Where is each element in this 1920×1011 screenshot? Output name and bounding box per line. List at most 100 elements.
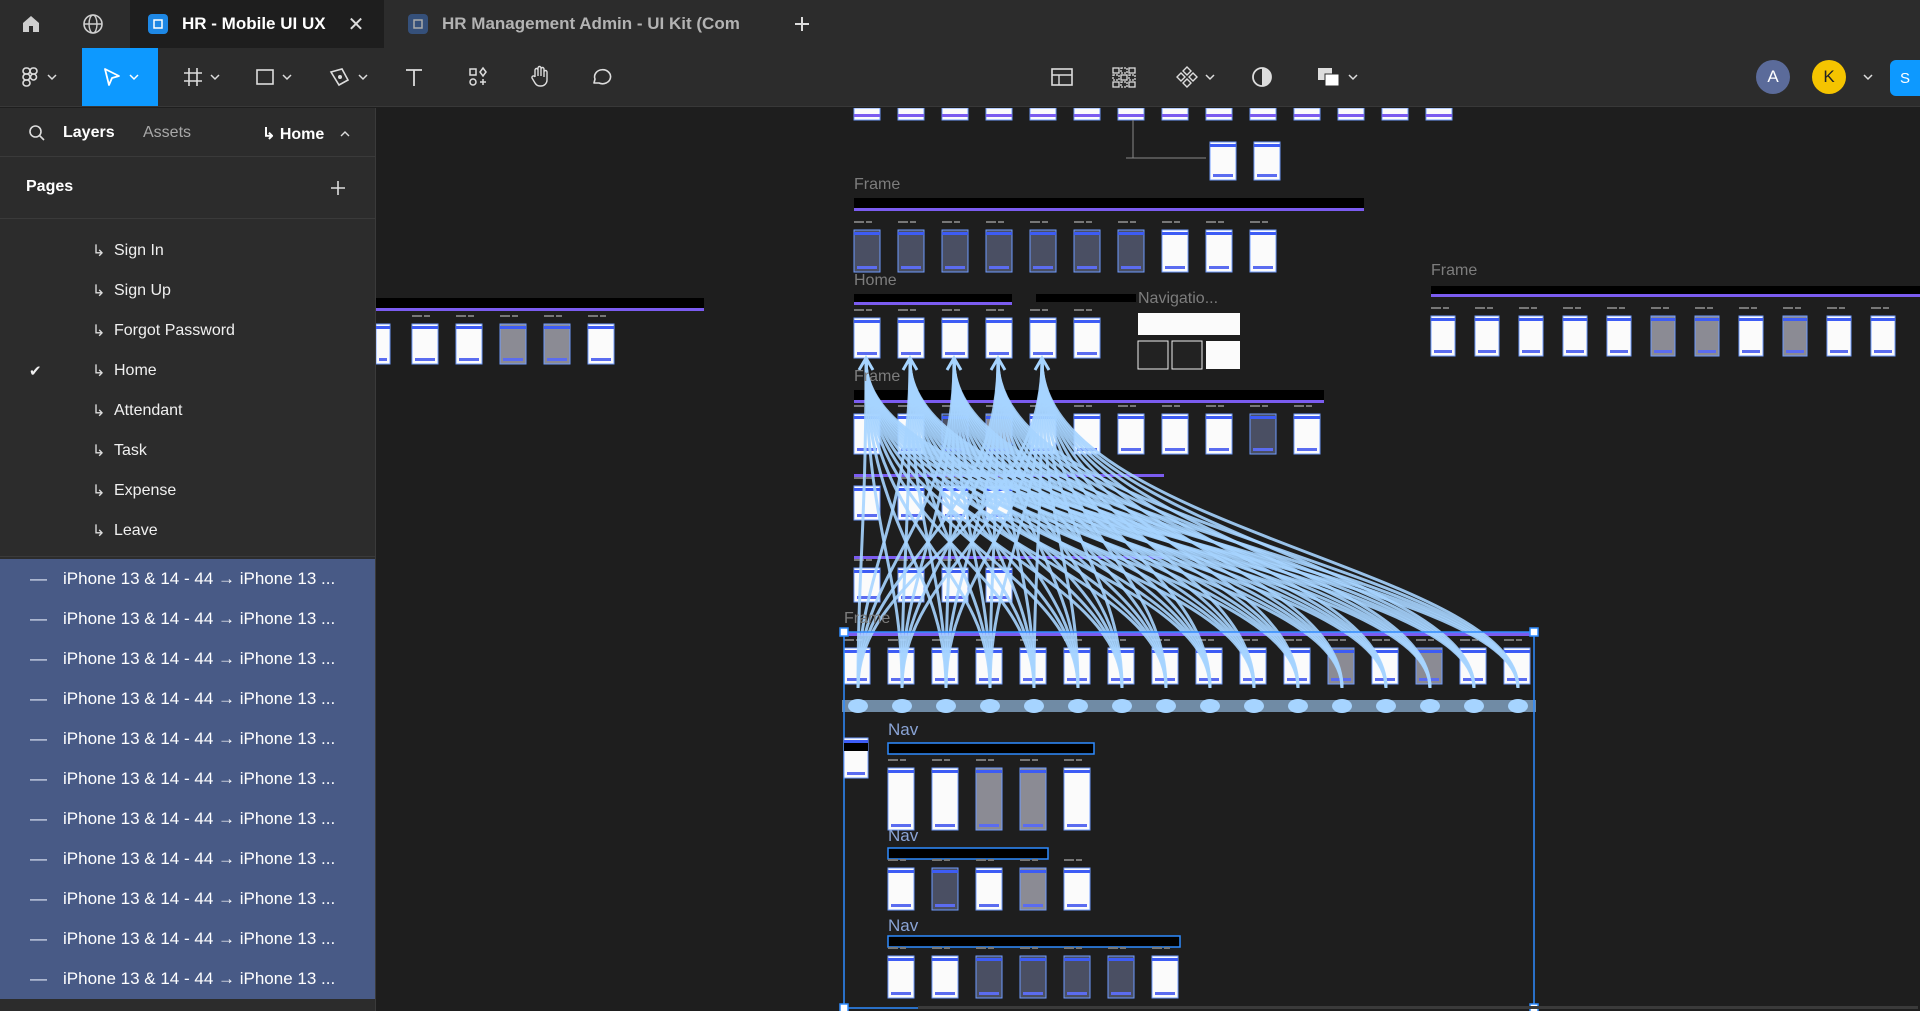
contrast-button[interactable] xyxy=(1240,48,1284,106)
page-item-attendant[interactable]: ↳ Attendant xyxy=(0,391,375,431)
frame-title-bar xyxy=(887,847,1049,860)
frame-tool-button[interactable] xyxy=(172,48,230,106)
page-item-home[interactable]: ✔ ↳ Home xyxy=(0,351,375,391)
tab-hr-mobile[interactable]: HR - Mobile UI UX ✕ xyxy=(130,0,384,48)
pen-tool-button[interactable] xyxy=(318,48,378,106)
move-tool-button[interactable] xyxy=(82,48,158,106)
component-button[interactable] xyxy=(1164,48,1226,106)
frame-dots xyxy=(976,947,986,949)
layer-row[interactable]: — iPhone 13 & 14 - 44 → iPhone 13 ... xyxy=(0,559,375,599)
screen-thumbnail xyxy=(1029,229,1057,273)
frame-dots xyxy=(854,221,864,223)
page-item-sign-in[interactable]: ↳ Sign In xyxy=(0,231,375,271)
frame-label-nav[interactable]: Nav xyxy=(888,720,918,740)
tab-layers[interactable]: Layers xyxy=(63,124,115,142)
layer-row[interactable]: — iPhone 13 & 14 - 44 → iPhone 13 ... xyxy=(0,799,375,839)
frame-dots xyxy=(1751,307,1757,309)
frame-label-navigation[interactable]: Navigatio... xyxy=(1138,290,1218,308)
avatar-k[interactable]: K xyxy=(1812,60,1846,94)
frame-tool-icon xyxy=(184,68,202,86)
screen-nav xyxy=(986,114,1012,117)
layer-row[interactable]: — iPhone 13 & 14 - 44 → iPhone 13 ... xyxy=(0,679,375,719)
frame-label[interactable]: Frame xyxy=(854,176,900,194)
screen-header xyxy=(854,320,880,323)
pen-tool-icon xyxy=(329,68,350,87)
boolean-button[interactable] xyxy=(1304,48,1370,106)
screen-header xyxy=(1152,958,1178,961)
layer-row[interactable]: — iPhone 13 & 14 - 44 → iPhone 13 ... xyxy=(0,919,375,959)
avatar-a[interactable]: A xyxy=(1756,60,1790,94)
grid-button[interactable] xyxy=(1102,48,1146,106)
tab-assets[interactable]: Assets xyxy=(143,124,191,142)
frame-dots xyxy=(866,559,872,561)
add-page-icon[interactable] xyxy=(329,179,347,197)
resources-button[interactable] xyxy=(456,48,500,106)
layer-label: iPhone 13 & 14 - 44 → iPhone 13 ... xyxy=(63,929,336,948)
screen-nav xyxy=(989,266,1009,269)
frame-label[interactable]: Frame xyxy=(1431,262,1477,280)
screen-header xyxy=(588,326,614,329)
close-tab-icon[interactable]: ✕ xyxy=(348,12,365,37)
screen-nav xyxy=(1067,992,1087,995)
screen-header xyxy=(898,320,924,323)
search-icon[interactable] xyxy=(28,124,46,142)
connection-icon: — xyxy=(30,889,47,908)
frame-dots xyxy=(888,759,898,761)
screen-nav xyxy=(1654,350,1672,353)
frame-dots xyxy=(1262,221,1268,223)
main-menu-button[interactable] xyxy=(10,48,66,106)
layer-row[interactable]: — iPhone 13 & 14 - 44 → iPhone 13 ... xyxy=(0,839,375,879)
screen-header xyxy=(888,958,914,961)
layout-button[interactable] xyxy=(1040,48,1084,106)
screen-thumbnail xyxy=(931,767,959,831)
page-selector[interactable]: ↳ Home xyxy=(262,124,324,144)
community-tab-button[interactable] xyxy=(62,0,124,48)
frame-dots xyxy=(1707,307,1713,309)
design-canvas[interactable]: Frame Home Navigatio... Frame Frame Fram… xyxy=(376,108,1920,1011)
text-tool-button[interactable] xyxy=(392,48,436,106)
shape-tool-button[interactable] xyxy=(244,48,302,106)
frame-label[interactable]: Frame xyxy=(854,368,900,386)
figma-file-icon xyxy=(148,14,168,34)
frame-dots xyxy=(866,221,872,223)
page-item-forgot-password[interactable]: ↳ Forgot Password xyxy=(0,311,375,351)
frame-label-nav[interactable]: Nav xyxy=(888,826,918,846)
layer-row[interactable]: — iPhone 13 & 14 - 44 → iPhone 13 ... xyxy=(0,719,375,759)
page-item-task[interactable]: ↳ Task xyxy=(0,431,375,471)
share-button[interactable]: S xyxy=(1890,60,1920,96)
new-tab-button[interactable] xyxy=(774,0,830,48)
plus-icon xyxy=(795,17,809,31)
hand-tool-button[interactable] xyxy=(518,48,562,106)
layer-row[interactable]: — iPhone 13 & 14 - 44 → iPhone 13 ... xyxy=(0,599,375,639)
screen-header xyxy=(1206,416,1232,419)
layer-row[interactable]: — iPhone 13 & 14 - 44 → iPhone 13 ... xyxy=(0,639,375,679)
frame-dots xyxy=(1695,307,1705,309)
home-tab-button[interactable] xyxy=(0,0,62,48)
page-item-expense[interactable]: ↳ Expense xyxy=(0,471,375,511)
screen-thumbnail xyxy=(897,229,925,273)
frame-dots xyxy=(512,315,518,317)
screen-header xyxy=(1519,318,1543,321)
comment-tool-button[interactable] xyxy=(580,48,624,106)
page-label: Task xyxy=(114,442,147,459)
frame-label-home[interactable]: Home xyxy=(854,272,897,290)
layer-row[interactable]: — iPhone 13 & 14 - 44 → iPhone 13 ... xyxy=(0,759,375,799)
screen-header xyxy=(888,870,914,873)
page-item-leave[interactable]: ↳ Leave xyxy=(0,511,375,551)
screen-nav xyxy=(979,824,999,827)
frame-dots xyxy=(1032,859,1038,861)
layer-row[interactable]: — iPhone 13 & 14 - 44 → iPhone 13 ... xyxy=(0,959,375,999)
horizontal-scrollbar[interactable] xyxy=(918,1006,1918,1009)
tab-hr-admin[interactable]: HR Management Admin - UI Kit (Com xyxy=(386,0,774,48)
screen-header xyxy=(1416,650,1442,653)
layer-label: iPhone 13 & 14 - 44 → iPhone 13 ... xyxy=(63,849,336,868)
frame-dots xyxy=(854,405,864,407)
frame-label-nav[interactable]: Nav xyxy=(888,916,918,936)
page-item-sign-up[interactable]: ↳ Sign Up xyxy=(0,271,375,311)
screen-thumbnail xyxy=(1019,767,1047,831)
screen-nav xyxy=(979,904,999,907)
layer-row[interactable]: — iPhone 13 & 14 - 44 → iPhone 13 ... xyxy=(0,879,375,919)
frame-label[interactable]: Frame xyxy=(844,610,890,628)
avatars-dropdown[interactable] xyxy=(1856,48,1880,106)
chevron-up-icon[interactable] xyxy=(340,130,350,138)
